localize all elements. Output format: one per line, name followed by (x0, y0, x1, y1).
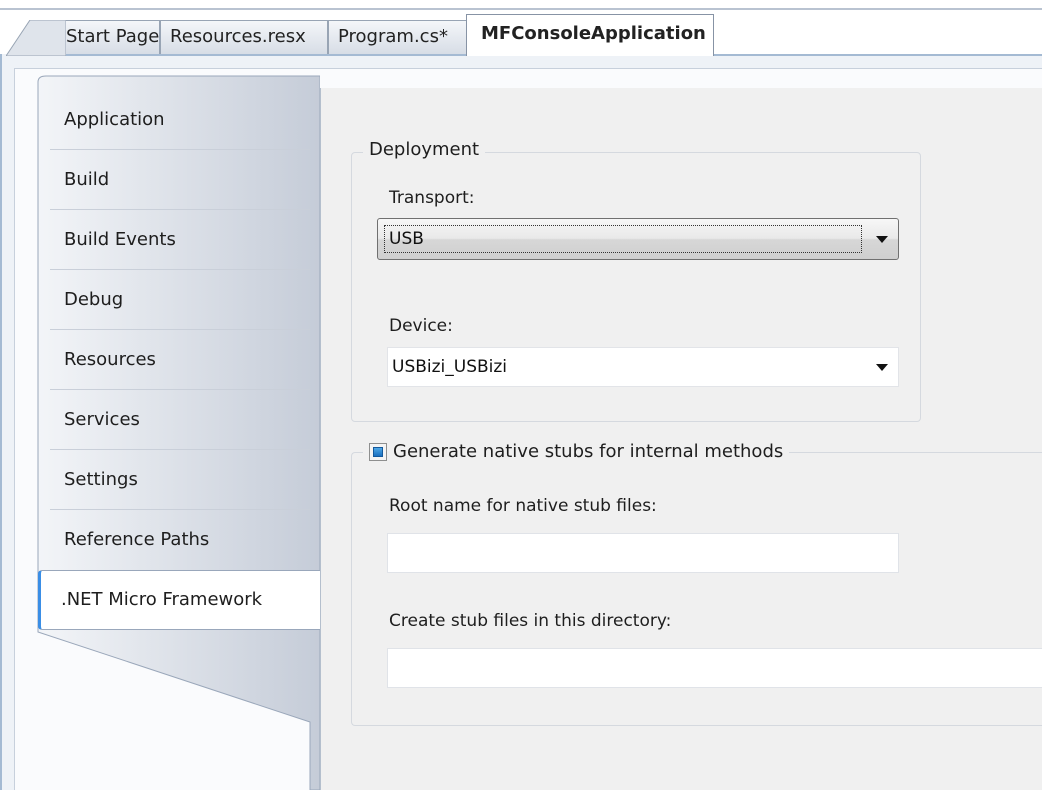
chevron-down-icon (876, 364, 888, 371)
transport-dropdown[interactable]: USB (377, 218, 899, 260)
nav-item-debug[interactable]: Debug (38, 270, 320, 330)
nav-item-label: Settings (64, 469, 138, 490)
device-value: USBizi_USBizi (392, 357, 508, 377)
tab-mfconsoleapplication[interactable]: MFConsoleApplication (466, 14, 714, 56)
designer-frame-left (0, 54, 14, 790)
nav-item-label: Services (64, 409, 140, 430)
nav-item-net-micro-framework[interactable]: .NET Micro Framework (38, 570, 320, 630)
deployment-group-title: Deployment (363, 139, 486, 161)
device-dropdown[interactable]: USBizi_USBizi (387, 347, 899, 387)
chevron-down-icon (876, 236, 888, 243)
document-tab-strip: Start Page Resources.resx Program.cs* MF… (0, 0, 1042, 56)
root-name-input[interactable] (387, 533, 899, 573)
root-name-label: Root name for native stub files: (389, 496, 657, 516)
nav-item-label: Reference Paths (64, 529, 210, 550)
tab-program-cs[interactable]: Program.cs* (328, 20, 478, 54)
nav-item-label: Application (64, 109, 165, 130)
nav-item-services[interactable]: Services (38, 390, 320, 450)
designer-frame-top (0, 54, 1042, 68)
nav-item-label: Build Events (64, 229, 176, 250)
device-label: Device: (389, 316, 453, 336)
nav-item-label: Resources (64, 349, 156, 370)
nav-item-build-events[interactable]: Build Events (38, 210, 320, 270)
nav-item-build[interactable]: Build (38, 150, 320, 210)
native-stubs-checkbox[interactable] (369, 443, 387, 461)
nav-item-reference-paths[interactable]: Reference Paths (38, 510, 320, 570)
nav-item-label: Debug (64, 289, 124, 310)
tab-slant-decoration (6, 20, 66, 56)
tab-resources-resx[interactable]: Resources.resx (160, 20, 328, 54)
nav-item-application[interactable]: Application (38, 90, 320, 150)
nav-item-settings[interactable]: Settings (38, 450, 320, 510)
nav-item-label: .NET Micro Framework (61, 589, 263, 610)
checkbox-checked-indicator (373, 447, 383, 457)
stub-directory-input[interactable] (387, 648, 1042, 688)
transport-label: Transport: (389, 188, 475, 208)
native-stubs-checkbox-label[interactable]: Generate native stubs for internal metho… (363, 441, 790, 463)
transport-value: USB (384, 225, 862, 253)
nav-item-resources[interactable]: Resources (38, 330, 320, 390)
nav-item-label: Build (64, 169, 110, 190)
stub-directory-label: Create stub files in this directory: (389, 611, 672, 631)
